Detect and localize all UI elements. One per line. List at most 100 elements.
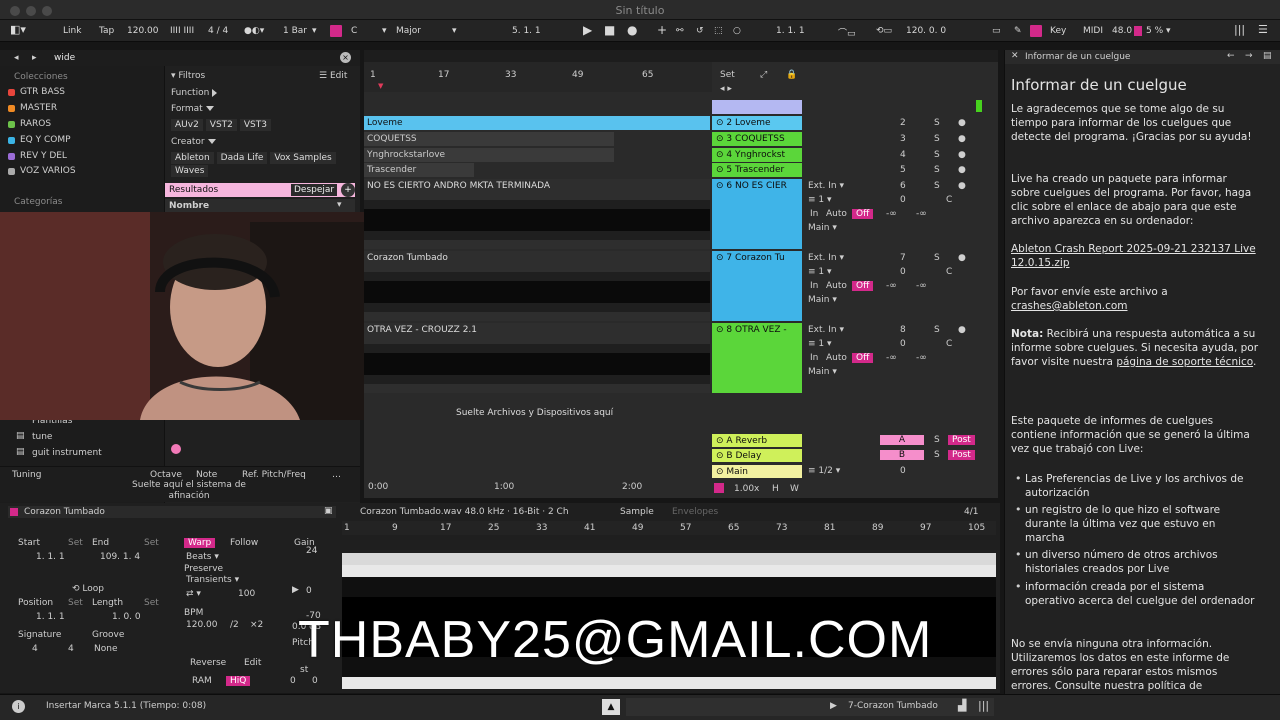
monitor-in-button[interactable]: In [810, 209, 818, 219]
places-item-guit-instrument[interactable]: guit instrument [32, 448, 102, 458]
collection-item[interactable]: MASTER [8, 103, 57, 113]
track-header-loveme[interactable]: ⊙ 2 Loveme [712, 116, 802, 130]
solo-button[interactable]: S [934, 325, 940, 335]
return-a-button[interactable]: A [880, 435, 924, 445]
audio-clip-no-es-cierto[interactable]: NO ES CIERTO ANDRO MKTA TERMINADA [364, 179, 710, 249]
gain-slider-icon[interactable]: ▶ [292, 585, 299, 595]
clip-loveme[interactable]: Loveme [364, 116, 710, 130]
overdub-icon[interactable]: + [657, 23, 667, 37]
keyboard-icon[interactable] [1030, 25, 1042, 37]
input-channel-select[interactable]: ≡ 1 ▾ [808, 339, 832, 349]
input-channel-select[interactable]: ≡ 1 ▾ [808, 267, 832, 277]
groove-select[interactable]: None [94, 644, 117, 654]
punch-in-icon[interactable]: ⌒▭ [838, 26, 856, 39]
function-filter[interactable]: Function [171, 88, 218, 98]
arm-icon[interactable]: ● [958, 165, 966, 175]
track-fold-icon[interactable]: ⊙ [716, 436, 724, 446]
input-type-select[interactable]: Ext. In ▾ [808, 253, 844, 263]
close-info-icon[interactable]: ✕ [1011, 51, 1019, 61]
overview-bar[interactable] [364, 50, 998, 62]
more-icon[interactable]: … [332, 470, 341, 480]
filters-toggle[interactable]: ▾ Filtros [171, 71, 205, 81]
post-button[interactable]: Post [948, 450, 975, 460]
arm-icon[interactable]: ● [958, 134, 966, 144]
track-fold-icon[interactable]: ⊙ [716, 150, 724, 160]
track-number[interactable]: 6 [900, 181, 906, 191]
volume-field[interactable]: 0 [900, 267, 906, 277]
follow-toggle[interactable]: Follow [230, 538, 258, 548]
solo-button[interactable]: S [934, 134, 940, 144]
main-output-select[interactable]: ≡ 1/2 ▾ [808, 466, 840, 476]
track-fold-icon[interactable]: ⊙ [716, 134, 724, 144]
capture-icon[interactable]: ⬚ [714, 26, 723, 36]
track-header-ynghrockst[interactable]: ⊙ 4 Ynghrockst [712, 148, 802, 162]
loop-switch-icon[interactable]: ⟲▭ [876, 26, 892, 36]
sort-icon[interactable]: ▾ [337, 200, 342, 210]
session-record-icon[interactable]: ○ [733, 26, 741, 36]
envelope-field[interactable]: 100 [238, 589, 255, 599]
scale-mode-icon[interactable] [330, 25, 342, 37]
end-field[interactable]: 109. 1. 4 [100, 552, 140, 562]
solo-button[interactable]: S [934, 450, 940, 460]
format-filter[interactable]: Format [171, 104, 214, 114]
creator-filter[interactable]: Creator [171, 137, 216, 147]
locator-set-button[interactable]: Set [720, 70, 735, 80]
forward-icon[interactable]: ▸ [32, 53, 37, 63]
draw-mode-icon[interactable]: ✎ [1014, 26, 1022, 36]
arm-icon[interactable]: ● [958, 253, 966, 263]
arrangement-view-icon[interactable]: ☰ [1258, 23, 1268, 36]
filters-edit-button[interactable]: ☰ Edit [319, 71, 347, 81]
track-fold-icon[interactable]: ⊙ [716, 325, 724, 335]
transients-select[interactable]: Transients ▾ [186, 575, 239, 585]
track-number[interactable]: 8 [900, 325, 906, 335]
creator-tag-waves[interactable]: Waves [171, 165, 209, 177]
zoom-display[interactable]: 1.00x [734, 484, 759, 494]
track-number[interactable]: 2 [900, 118, 906, 128]
collection-item[interactable]: REV Y DEL [8, 151, 67, 161]
re-enable-automation-icon[interactable]: ↺ [696, 26, 704, 36]
input-channel-select[interactable]: ≡ 1 ▾ [808, 195, 832, 205]
sample-tab[interactable]: Sample [620, 507, 654, 517]
solo-button[interactable]: S [934, 181, 940, 191]
locator-prev-icon[interactable]: ◂ ▸ [720, 84, 732, 94]
signature-numerator[interactable]: 4 [32, 644, 38, 654]
length-field[interactable]: 1. 0. 0 [112, 612, 141, 622]
support-email-link[interactable]: crashes@ableton.com [1011, 299, 1259, 313]
midi-map-button[interactable]: MIDI [1083, 26, 1103, 36]
page-indicator[interactable]: 4/1 [964, 507, 978, 517]
track-header-corazon-tu[interactable]: ⊙ 7 Corazon Tu [712, 251, 802, 321]
support-page-link[interactable]: página de soporte técnico [1116, 356, 1253, 368]
pan-field[interactable]: C [946, 195, 952, 205]
output-select[interactable]: Main ▾ [808, 367, 837, 377]
info-forward-icon[interactable]: → [1245, 51, 1253, 61]
track-fold-icon[interactable]: ⊙ [716, 165, 724, 175]
pan-field[interactable]: C [946, 267, 952, 277]
warp-toggle[interactable]: Warp [184, 538, 216, 548]
track-fold-icon[interactable]: ⊙ [716, 253, 724, 263]
solo-button[interactable]: S [934, 118, 940, 128]
expand-icon[interactable]: ⤢ [760, 70, 767, 80]
save-clip-icon[interactable]: ▣ [324, 506, 333, 516]
clip-ynghrockstarlove[interactable]: Ynghrockstarlove [364, 148, 614, 162]
output-select[interactable]: Main ▾ [808, 223, 837, 233]
loop-toggle[interactable]: ⟲ Loop [72, 584, 104, 594]
volume-field[interactable]: 0 [900, 339, 906, 349]
loop-length-field[interactable]: 120. 0. 0 [906, 26, 946, 36]
solo-button[interactable]: S [934, 435, 940, 445]
ref-pitch-column[interactable]: Ref. Pitch/Freq [242, 470, 306, 480]
reverse-button[interactable]: Reverse [190, 658, 226, 668]
double-tempo-button[interactable]: ×2 [250, 620, 263, 630]
overview-scroller[interactable] [626, 698, 994, 716]
end-set-button[interactable]: Set [144, 538, 159, 548]
creator-tag-ableton[interactable]: Ableton [171, 152, 214, 164]
arm-icon[interactable]: ● [958, 150, 966, 160]
tempo-field[interactable]: 120.00 [127, 26, 159, 36]
master-clip-slot[interactable] [712, 100, 802, 114]
solo-button[interactable]: S [934, 165, 940, 175]
format-tag-vst2[interactable]: VST2 [205, 119, 237, 131]
preview-icon[interactable] [171, 444, 181, 454]
loop-mode-icon[interactable]: ⇄ ▾ [186, 589, 201, 599]
main-track[interactable]: ⊙ Main [712, 465, 802, 478]
creator-tag-dada-life[interactable]: Dada Life [216, 152, 268, 164]
drop-zone-hint[interactable]: Suelte Archivos y Dispositivos aquí [456, 408, 613, 418]
